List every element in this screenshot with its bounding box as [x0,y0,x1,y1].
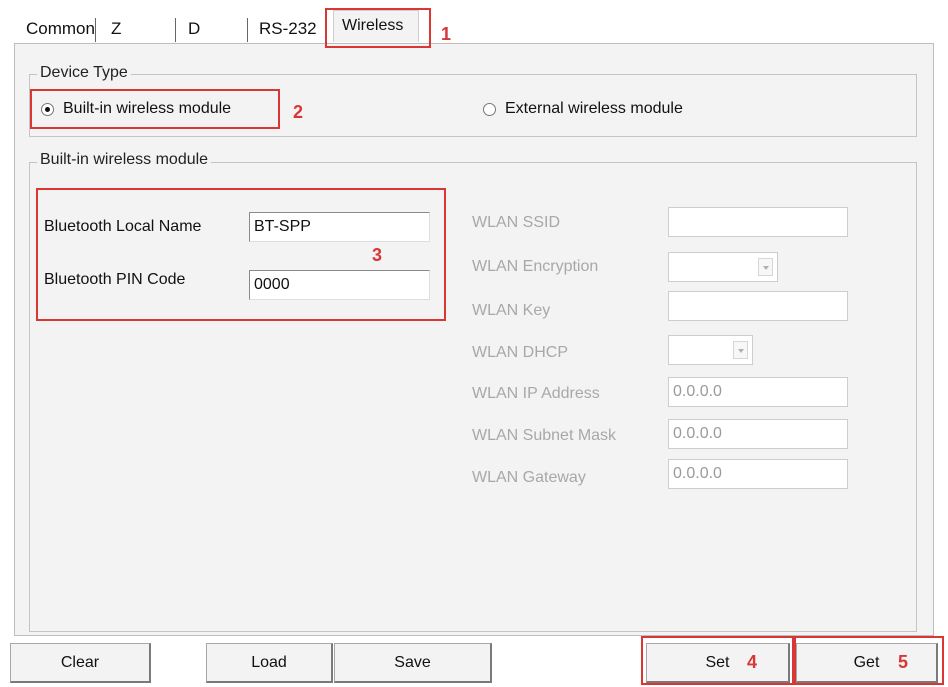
wlan-ip-address-input[interactable]: 0.0.0.0 [668,377,848,407]
wlan-subnet-mask-input[interactable]: 0.0.0.0 [668,419,848,449]
annotation-box-1 [325,8,431,48]
wireless-settings-panel: Device Type Built-in wireless module Ext… [14,43,934,636]
save-button[interactable]: Save [334,643,492,683]
annotation-number-3: 3 [372,245,383,265]
wlan-gateway-label: WLAN Gateway [472,469,586,486]
annotation-box-5 [794,636,944,685]
wlan-dhcp-label: WLAN DHCP [472,344,569,361]
tab-common[interactable]: Common [26,16,95,42]
tab-separator [175,18,176,42]
annotation-box-3 [36,188,446,321]
wlan-encryption-label: WLAN Encryption [472,258,599,275]
annotation-number-4: 4 [747,652,758,672]
tab-z[interactable]: Z [111,16,121,42]
wlan-ssid-label: WLAN SSID [472,214,561,231]
wlan-key-label: WLAN Key [472,302,551,319]
tab-separator [247,18,248,42]
wlan-key-input[interactable] [668,291,848,321]
tab-separator [95,18,96,42]
external-radio[interactable] [483,102,496,116]
wlan-dhcp-select[interactable] [668,335,753,365]
external-radio-label[interactable]: External wireless module [505,100,683,118]
wlan-gateway-input[interactable]: 0.0.0.0 [668,459,848,489]
device-type-legend: Device Type [37,64,131,82]
tab-d[interactable]: D [188,16,200,42]
wlan-subnet-mask-label: WLAN Subnet Mask [472,427,617,444]
chevron-down-icon[interactable] [758,258,773,276]
annotation-box-2 [30,89,280,129]
wlan-ssid-input[interactable] [668,207,848,237]
tab-rs232[interactable]: RS-232 [259,16,317,42]
builtin-module-legend: Built-in wireless module [37,151,212,169]
clear-button[interactable]: Clear [10,643,151,683]
wlan-encryption-select[interactable] [668,252,778,282]
annotation-number-5: 5 [898,652,909,672]
annotation-number-1: 1 [441,24,452,44]
load-button[interactable]: Load [206,643,333,683]
chevron-down-icon[interactable] [733,341,748,359]
wlan-ip-address-label: WLAN IP Address [472,385,600,402]
external-radio-option[interactable]: External wireless module [483,100,683,118]
annotation-number-2: 2 [293,102,304,122]
annotation-box-4 [641,636,794,685]
